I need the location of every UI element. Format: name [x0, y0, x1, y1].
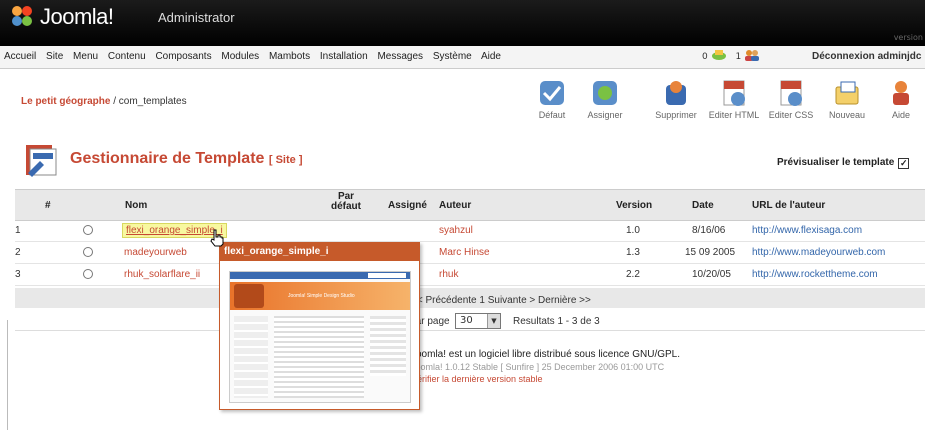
col-author: Auteur — [439, 200, 472, 211]
table-row: 1 flexi_orange_simple_i syahzul 1.0 8/16… — [15, 220, 925, 242]
edit-html-button[interactable]: Editer HTML — [705, 79, 763, 125]
default-button[interactable]: Défaut — [531, 79, 573, 125]
menu-item-aide[interactable]: Aide — [481, 51, 501, 62]
new-folder-icon — [835, 81, 859, 105]
version-value: 2.2 — [626, 269, 640, 280]
author-url-link[interactable]: http://www.madeyourweb.com — [752, 247, 885, 258]
version-value: 1.0 — [626, 225, 640, 236]
template-name-link[interactable]: madeyourweb — [124, 247, 187, 258]
per-page-select[interactable]: 30 ▼ — [455, 313, 501, 329]
preview-checkbox[interactable]: ✓ — [898, 158, 910, 169]
preview-template-toggle[interactable]: Prévisualiser le template ✓ — [777, 157, 910, 169]
status-counters: 0 1 — [702, 49, 760, 62]
edit-css-icon — [780, 80, 802, 106]
messages-count[interactable]: 0 — [702, 52, 708, 62]
col-assigned: Assigné — [388, 200, 427, 211]
author-link[interactable]: syahzul — [439, 225, 473, 236]
help-button[interactable]: Aide — [882, 79, 920, 125]
page-subtitle: [ Site ] — [268, 154, 303, 166]
help-icon — [893, 81, 909, 105]
preview-heading: Joomla! Simple Design Studio — [288, 293, 355, 299]
pagination-links[interactable]: << Précédente 1 Suivante > Dernière >> — [411, 295, 591, 306]
author-url-link[interactable]: http://www.flexisaga.com — [752, 225, 862, 236]
menu-item-messages[interactable]: Messages — [377, 51, 423, 62]
breadcrumb-component: / com_templates — [110, 96, 187, 107]
table-row: 2 madeyourweb Marc Hinse 1.3 15 09 2005 … — [15, 242, 925, 264]
breadcrumb: Le petit géographe / com_templates — [21, 96, 187, 107]
table-row: 3 rhuk_solarflare_ii rhuk 2.2 10/20/05 h… — [15, 264, 925, 286]
col-number: # — [45, 200, 51, 211]
joomla-logo-icon — [12, 6, 32, 26]
admin-header: Joomla! Administrator version — [0, 0, 925, 46]
menu-item-systeme[interactable]: Système — [433, 51, 472, 62]
page-title: Gestionnaire de Template [ Site ] — [70, 150, 303, 167]
row-radio[interactable] — [83, 269, 93, 279]
date-value: 8/16/06 — [692, 225, 726, 236]
main-menu-bar: Accueil Site Menu Contenu Composants Mod… — [0, 46, 925, 69]
template-manager-icon — [26, 145, 57, 177]
logout-link[interactable]: Déconnexion adminjdc — [812, 51, 921, 62]
breadcrumb-site[interactable]: Le petit géographe — [21, 96, 110, 107]
author-link[interactable]: Marc Hinse — [439, 247, 490, 258]
edit-css-button[interactable]: Editer CSS — [765, 79, 817, 125]
license-text: Joomla! est un logiciel libre distribué … — [411, 349, 681, 360]
row-number: 1 — [15, 225, 21, 236]
author-url-link[interactable]: http://www.rockettheme.com — [752, 269, 878, 280]
row-number: 2 — [15, 247, 21, 258]
users-count[interactable]: 1 — [735, 52, 741, 62]
menu-item-mambots[interactable]: Mambots — [269, 51, 310, 62]
delete-button[interactable]: Supprimer — [648, 79, 704, 125]
date-value: 10/20/05 — [692, 269, 731, 280]
results-count: Resultats 1 - 3 de 3 — [513, 316, 600, 327]
version-value: 1.3 — [626, 247, 640, 258]
menu-item-composants[interactable]: Composants — [155, 51, 211, 62]
logo-text: Joomla! — [40, 4, 114, 29]
row-radio[interactable] — [83, 225, 93, 235]
assign-button[interactable]: Assigner — [582, 79, 628, 125]
menu-item-contenu[interactable]: Contenu — [108, 51, 146, 62]
template-name-link[interactable]: rhuk_solarflare_ii — [124, 269, 200, 280]
assign-icon — [593, 81, 617, 105]
table-header: # Nom Par défaut Assigné Auteur Version … — [15, 189, 925, 221]
template-thumbnail: Joomla! Simple Design Studio — [229, 271, 411, 403]
users-icon[interactable] — [744, 49, 760, 61]
version-info: Joomla! 1.0.12 Stable [ Sunfire ] 25 Dec… — [411, 362, 665, 372]
check-version-link[interactable]: Vérifier la dernière version stable — [411, 374, 543, 384]
menu-item-accueil[interactable]: Accueil — [4, 51, 36, 62]
menu-item-menu[interactable]: Menu — [73, 51, 98, 62]
hand-cursor-icon — [210, 229, 224, 247]
col-author-url: URL de l'auteur — [752, 200, 826, 211]
col-name[interactable]: Nom — [125, 200, 147, 211]
logo-suffix: Administrator — [158, 10, 235, 25]
menu-item-installation[interactable]: Installation — [320, 51, 368, 62]
edit-html-icon — [723, 80, 745, 106]
date-value: 15 09 2005 — [685, 247, 736, 258]
col-version: Version — [616, 200, 653, 211]
row-radio[interactable] — [83, 247, 93, 257]
col-default: Par défaut — [331, 191, 361, 212]
menu-item-modules[interactable]: Modules — [221, 51, 259, 62]
divider — [7, 320, 8, 430]
tooltip-header: flexi_orange_simple_i — [220, 243, 419, 261]
template-preview-tooltip: flexi_orange_simple_i Joomla! Simple Des… — [219, 242, 420, 410]
col-date: Date — [692, 200, 714, 211]
chevron-down-icon[interactable]: ▼ — [487, 314, 500, 328]
author-link[interactable]: rhuk — [439, 269, 458, 280]
version-label: version — [893, 33, 923, 42]
delete-icon — [666, 81, 686, 105]
menu-item-site[interactable]: Site — [46, 51, 63, 62]
row-number: 3 — [15, 269, 21, 280]
main-menu: Accueil Site Menu Contenu Composants Mod… — [4, 51, 508, 62]
inbox-icon[interactable] — [711, 49, 727, 61]
default-icon — [540, 81, 564, 105]
new-button[interactable]: Nouveau — [823, 79, 871, 125]
